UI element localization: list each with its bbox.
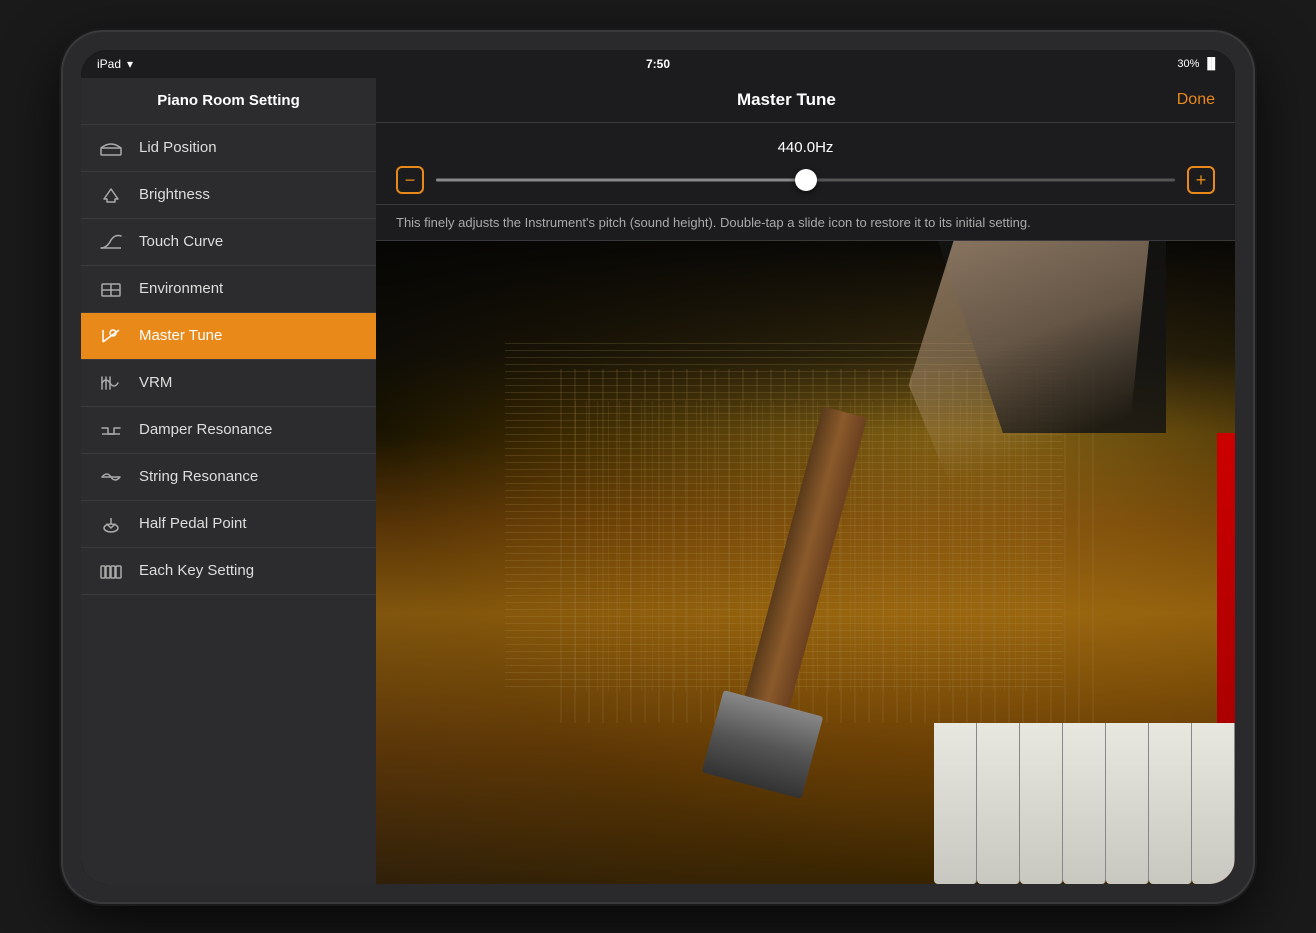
string-resonance-label: String Resonance <box>139 468 258 485</box>
app-container: Piano Room Setting Lid Position Brightne… <box>81 78 1235 884</box>
brightness-icon <box>97 184 125 206</box>
main-content: Master Tune Done 440.0Hz − + <box>376 78 1235 884</box>
sidebar-item-master-tune[interactable]: Master Tune <box>81 313 376 360</box>
slider-fill <box>436 178 806 181</box>
sidebar: Piano Room Setting Lid Position Brightne… <box>81 78 376 884</box>
done-button[interactable]: Done <box>1177 91 1215 109</box>
hammer-head <box>702 690 824 799</box>
environment-label: Environment <box>139 280 223 297</box>
description-text: This finely adjusts the Instrument's pit… <box>376 205 1235 241</box>
main-title: Master Tune <box>656 90 916 110</box>
status-time: 7:50 <box>646 57 670 71</box>
string-resonance-icon <box>97 466 125 488</box>
wifi-icon: ▾ <box>127 57 133 71</box>
each-key-label: Each Key Setting <box>139 562 254 579</box>
environment-icon <box>97 278 125 300</box>
slider-value: 440.0Hz <box>396 139 1215 156</box>
master-tune-icon <box>97 325 125 347</box>
battery-icon: ▐▌ <box>1203 58 1219 70</box>
sidebar-item-each-key[interactable]: Each Key Setting <box>81 548 376 595</box>
key-white-1 <box>934 723 977 884</box>
lid-position-label: Lid Position <box>139 139 217 156</box>
sidebar-item-lid-position[interactable]: Lid Position <box>81 125 376 172</box>
sidebar-item-damper-resonance[interactable]: Damper Resonance <box>81 407 376 454</box>
piano-image-area <box>376 241 1235 884</box>
sidebar-item-environment[interactable]: Environment <box>81 266 376 313</box>
device-screen: iPad ▾ 7:50 30% ▐▌ Piano Room Setting <box>81 50 1235 884</box>
sidebar-header: Piano Room Setting <box>81 78 376 125</box>
sidebar-item-touch-curve[interactable]: Touch Curve <box>81 219 376 266</box>
main-header: Master Tune Done <box>376 78 1235 123</box>
key-white-6 <box>1149 723 1192 884</box>
slider-section: 440.0Hz − + <box>376 123 1235 205</box>
key-white-2 <box>977 723 1020 884</box>
status-left: iPad ▾ <box>97 57 133 71</box>
sidebar-item-brightness[interactable]: Brightness <box>81 172 376 219</box>
sidebar-item-vrm[interactable]: VRM <box>81 360 376 407</box>
slider-increase-button[interactable]: + <box>1187 166 1215 194</box>
vrm-icon <box>97 372 125 394</box>
touch-curve-label: Touch Curve <box>139 233 223 250</box>
master-tune-label: Master Tune <box>139 327 222 344</box>
ipad-label: iPad <box>97 57 121 71</box>
sidebar-item-half-pedal[interactable]: Half Pedal Point <box>81 501 376 548</box>
key-white-5 <box>1106 723 1149 884</box>
hammer-area <box>634 401 892 787</box>
status-right: 30% ▐▌ <box>1177 58 1219 70</box>
half-pedal-label: Half Pedal Point <box>139 515 247 532</box>
slider-thumb[interactable] <box>795 169 817 191</box>
status-bar: iPad ▾ 7:50 30% ▐▌ <box>81 50 1235 78</box>
sidebar-item-string-resonance[interactable]: String Resonance <box>81 454 376 501</box>
piano-background <box>376 241 1235 884</box>
piano-keys <box>934 723 1235 884</box>
key-white-4 <box>1063 723 1106 884</box>
vrm-label: VRM <box>139 374 172 391</box>
device-frame: iPad ▾ 7:50 30% ▐▌ Piano Room Setting <box>63 32 1253 902</box>
lid-position-icon <box>97 137 125 159</box>
damper-resonance-icon <box>97 419 125 441</box>
touch-curve-icon <box>97 231 125 253</box>
slider-row: − + <box>396 166 1215 194</box>
each-key-icon <box>97 560 125 582</box>
damper-resonance-label: Damper Resonance <box>139 421 272 438</box>
sidebar-title: Piano Room Setting <box>157 92 300 109</box>
slider-track-container[interactable] <box>436 178 1175 182</box>
brightness-label: Brightness <box>139 186 210 203</box>
hammer-handle <box>738 406 868 735</box>
key-white-3 <box>1020 723 1063 884</box>
key-white-7 <box>1192 723 1235 884</box>
half-pedal-icon <box>97 513 125 535</box>
battery-percent: 30% <box>1177 58 1199 70</box>
slider-decrease-button[interactable]: − <box>396 166 424 194</box>
